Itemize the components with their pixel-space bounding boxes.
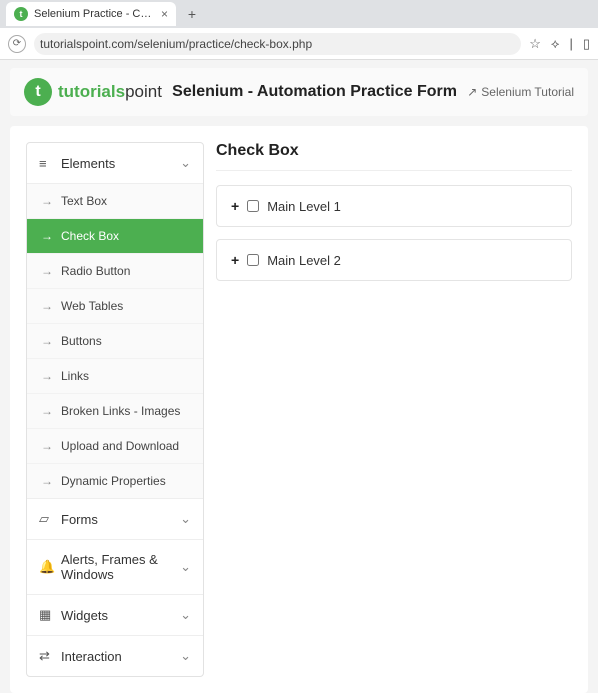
arrow-right-icon: → — [41, 439, 53, 453]
close-icon[interactable]: × — [161, 7, 168, 21]
page-title: Selenium - Automation Practice Form — [172, 83, 457, 101]
main-heading: Check Box — [216, 142, 572, 160]
extensions-icon[interactable]: ⟡ — [551, 36, 560, 52]
sidebar-item-check-box[interactable]: → Check Box — [27, 218, 203, 253]
arrow-right-icon: → — [41, 404, 53, 418]
group-widgets[interactable]: ▦ Widgets ⌄ — [27, 595, 203, 636]
sidebar-item-text-box[interactable]: → Text Box — [27, 184, 203, 218]
chevron-down-icon: ⌄ — [180, 511, 191, 527]
favicon-icon: t — [14, 7, 28, 21]
chevron-down-icon: ⌄ — [180, 155, 191, 171]
browser-chrome: t Selenium Practice - Check B… × + ⟳ tut… — [0, 0, 598, 60]
group-forms[interactable]: ▱ Forms ⌄ — [27, 499, 203, 540]
expand-icon[interactable]: + — [231, 252, 239, 268]
main-panel: Check Box + Main Level 1 + Main Level 2 — [216, 142, 572, 677]
sidebar-item-broken-links[interactable]: → Broken Links - Images — [27, 393, 203, 428]
group-elements-body: → Text Box → Check Box → Radio Button → … — [27, 184, 203, 499]
node-label: Main Level 1 — [267, 199, 341, 214]
arrow-right-icon: → — [41, 194, 53, 208]
bell-icon: 🔔 — [39, 559, 53, 575]
checkbox-main-level-1[interactable] — [247, 200, 259, 212]
tree-node-main-level-2: + Main Level 2 — [216, 239, 572, 281]
sidebar-item-links[interactable]: → Links — [27, 358, 203, 393]
arrow-right-icon: → — [41, 334, 53, 348]
chevron-down-icon: ⌄ — [180, 607, 191, 623]
checkbox-main-level-2[interactable] — [247, 254, 259, 266]
logo[interactable]: t tutorialspoint — [24, 78, 162, 106]
group-elements[interactable]: ≡ Elements ⌄ — [27, 143, 203, 184]
star-icon[interactable]: ☆ — [529, 36, 541, 52]
divider — [216, 170, 572, 171]
content-wrap: ≡ Elements ⌄ → Text Box → Check Box → Ra… — [10, 126, 588, 693]
chevron-down-icon: ⌄ — [180, 559, 191, 575]
reload-button[interactable]: ⟳ — [8, 35, 26, 53]
arrow-right-icon: → — [41, 474, 53, 488]
tree-node-main-level-1: + Main Level 1 — [216, 185, 572, 227]
new-tab-button[interactable]: + — [182, 4, 202, 24]
form-icon: ▱ — [39, 511, 53, 527]
url-field[interactable]: tutorialspoint.com/selenium/practice/che… — [34, 33, 521, 55]
interaction-icon: ⇄ — [39, 648, 53, 664]
tab-title: Selenium Practice - Check B… — [34, 8, 155, 20]
chevron-down-icon: ⌄ — [180, 648, 191, 664]
arrow-right-icon: → — [41, 369, 53, 383]
expand-icon[interactable]: + — [231, 198, 239, 214]
pipe-icon: | — [569, 36, 572, 51]
sidebar-item-upload-download[interactable]: → Upload and Download — [27, 428, 203, 463]
sidebar: ≡ Elements ⌄ → Text Box → Check Box → Ra… — [26, 142, 204, 677]
external-link-icon: ↗ — [467, 85, 477, 99]
arrow-right-icon: → — [41, 299, 53, 313]
sidebar-item-buttons[interactable]: → Buttons — [27, 323, 203, 358]
group-alerts[interactable]: 🔔 Alerts, Frames & Windows ⌄ — [27, 540, 203, 595]
panel-icon[interactable]: ▯ — [583, 36, 590, 52]
page-header: t tutorialspoint Selenium - Automation P… — [10, 68, 588, 116]
arrow-right-icon: → — [41, 229, 53, 243]
browser-tab[interactable]: t Selenium Practice - Check B… × — [6, 2, 176, 26]
sidebar-item-radio-button[interactable]: → Radio Button — [27, 253, 203, 288]
logo-icon: t — [24, 78, 52, 106]
widgets-icon: ▦ — [39, 607, 53, 623]
address-bar: ⟳ tutorialspoint.com/selenium/practice/c… — [0, 28, 598, 60]
tab-strip: t Selenium Practice - Check B… × + — [0, 0, 598, 28]
menu-icon: ≡ — [39, 156, 53, 171]
arrow-right-icon: → — [41, 264, 53, 278]
selenium-tutorial-link[interactable]: ↗ Selenium Tutorial — [467, 85, 574, 99]
sidebar-item-dynamic-properties[interactable]: → Dynamic Properties — [27, 463, 203, 498]
group-interaction[interactable]: ⇄ Interaction ⌄ — [27, 636, 203, 676]
logo-text: tutorialspoint — [58, 82, 162, 102]
sidebar-item-web-tables[interactable]: → Web Tables — [27, 288, 203, 323]
node-label: Main Level 2 — [267, 253, 341, 268]
